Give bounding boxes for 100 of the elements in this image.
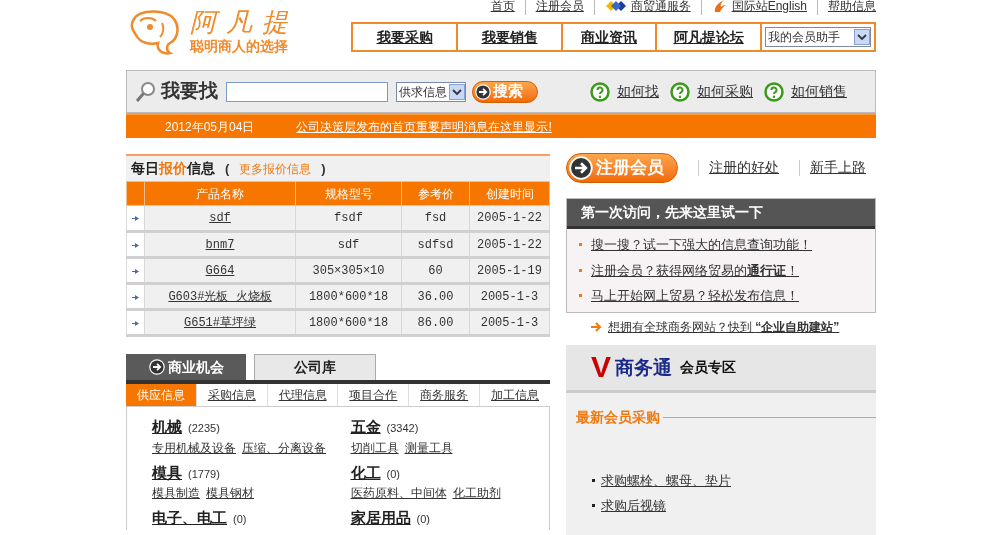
logo-text: 阿凡提	[190, 7, 298, 36]
table-cell: 1800*600*18	[308, 289, 389, 304]
product-link[interactable]: G603#光板 火烧板	[168, 289, 272, 304]
bullet-icon	[592, 478, 595, 482]
panel-title: 第一次访问，先来这里试一下	[581, 203, 763, 222]
tip-link[interactable]: 注册会员？获得网络贸易的通行证！	[591, 260, 799, 280]
dropdown-caret-icon	[854, 29, 870, 45]
category-link[interactable]: 家居用品	[350, 507, 411, 530]
category-count: (1779)	[188, 466, 220, 482]
row-arrow-icon	[132, 241, 139, 249]
subcategory-link[interactable]: 化工助剂	[452, 484, 501, 502]
subtab[interactable]: 项目合作	[337, 384, 409, 406]
category-count: (2235)	[188, 421, 220, 436]
help-link[interactable]: 如何采购	[697, 81, 753, 102]
subcategory-link[interactable]: 压缩、分离设备	[242, 438, 326, 457]
top-link[interactable]: 首页	[490, 0, 515, 15]
tip-link[interactable]: 马上开始网上贸易？轻松发布信息！	[591, 286, 799, 306]
category-count: (0)	[386, 466, 400, 482]
bullet-icon	[579, 268, 582, 272]
table-cell: fsd	[424, 211, 447, 225]
nav-tab[interactable]: 我要采购	[353, 24, 456, 50]
column-header: 参考价	[401, 181, 470, 206]
subtab[interactable]: 加工信息	[479, 384, 550, 406]
category-link[interactable]: 模具	[152, 461, 182, 484]
table-cell: 86.00	[417, 315, 454, 330]
section-title: 最新会员采购	[576, 407, 660, 427]
bullet-icon	[579, 243, 582, 247]
subcategory-link[interactable]: 模具制造	[152, 484, 200, 502]
search-title: 我要找	[161, 79, 218, 104]
product-link[interactable]: G664	[205, 263, 235, 278]
top-link[interactable]: 注册会员	[535, 0, 584, 15]
dropdown-caret-icon	[449, 83, 465, 100]
section-tab[interactable]: 公司库	[254, 354, 376, 380]
subcategory-link[interactable]: 医药原料、中间体	[350, 484, 447, 502]
table-cell: 2005-1-22	[477, 211, 542, 225]
diamond-icon	[604, 0, 627, 13]
column-header: 规格型号	[295, 181, 402, 206]
subtab[interactable]: 代理信息	[266, 384, 338, 406]
row-arrow-icon	[132, 293, 139, 301]
column-header: 创建时间	[469, 181, 550, 206]
top-link[interactable]: 国际站English	[731, 0, 807, 15]
help-icon	[764, 81, 784, 102]
product-link[interactable]: bnm7	[205, 237, 235, 252]
category-link[interactable]: 电子、电工	[152, 507, 227, 530]
nav-tab[interactable]: 商业资讯	[563, 24, 655, 50]
top-link[interactable]: 帮助信息	[828, 0, 876, 15]
subtab[interactable]: 商务服务	[408, 384, 480, 406]
table-cell: 2005-1-22	[477, 237, 542, 252]
top-link[interactable]: 商贸通服务	[630, 0, 691, 15]
subtab[interactable]: 采购信息	[195, 384, 267, 406]
search-field[interactable]	[226, 81, 388, 102]
paren: )	[321, 159, 326, 178]
category-count: (3342)	[386, 421, 419, 436]
category-link[interactable]: 机械	[152, 416, 182, 439]
column-header: 产品名称	[144, 181, 296, 206]
paren: (	[225, 159, 230, 178]
category-select[interactable]: 供求信息	[396, 81, 466, 102]
nav-tab[interactable]: 阿凡提论坛	[657, 24, 760, 50]
table-cell: 60	[428, 263, 443, 278]
table-cell: sdf	[337, 237, 360, 252]
table-cell: 36.00	[417, 289, 454, 304]
bullet-icon	[579, 294, 582, 298]
table-cell: 2005-1-19	[477, 263, 542, 278]
register-link[interactable]: 新手上路	[810, 157, 866, 178]
table-cell: 305×305×10	[312, 263, 385, 278]
vip-title: 会员专区	[680, 357, 736, 377]
member-select[interactable]: 我的会员助手	[765, 27, 871, 47]
table-cell: 2005-1-3	[480, 315, 539, 330]
row-arrow-icon	[132, 267, 139, 275]
product-link[interactable]: G651#草坪绿	[184, 315, 256, 330]
table-cell: sdfsd	[417, 237, 454, 252]
category-link[interactable]: 五金	[350, 416, 381, 439]
section-title: 每日报价信息	[131, 159, 215, 178]
subcategory-link[interactable]: 测量工具	[404, 438, 453, 457]
tip-link[interactable]: 搜一搜？试一下强大的信息查询功能！	[591, 235, 812, 255]
product-link[interactable]: sdf	[209, 211, 231, 225]
nav-tab[interactable]: 我要销售	[458, 24, 561, 50]
row-arrow-icon	[132, 319, 139, 327]
category-link[interactable]: 化工	[350, 461, 381, 484]
help-link[interactable]: 如何销售	[791, 81, 847, 102]
subcategory-link[interactable]: 专用机械及设备	[152, 438, 236, 457]
search-icon	[135, 80, 157, 103]
notice-date: 2012年05月04日	[165, 118, 255, 136]
table-cell: fsdf	[334, 211, 363, 225]
slogan: 聪明商人的选择	[190, 36, 289, 56]
purchase-link[interactable]: 求购螺栓、螺母、垫片	[601, 470, 731, 490]
help-icon	[670, 81, 690, 102]
promo-link[interactable]: 想拥有全球商务网站？快到 “企业自助建站”	[608, 317, 840, 336]
vip-mark: V	[591, 352, 611, 382]
subcategory-link[interactable]: 模具钢材	[206, 484, 254, 502]
row-arrow-icon	[132, 215, 139, 223]
subcategory-link[interactable]: 切削工具	[350, 438, 399, 457]
vip-brand: 商务通	[615, 354, 672, 380]
section-tab[interactable]: 商业机会	[126, 354, 246, 380]
category-count: (0)	[233, 512, 247, 527]
table-cell: 1800*600*18	[308, 315, 389, 330]
purchase-link[interactable]: 求购后视镜	[601, 496, 666, 516]
register-link[interactable]: 注册的好处	[709, 157, 779, 178]
arrow-icon	[591, 321, 602, 332]
help-link[interactable]: 如何找	[617, 81, 659, 102]
